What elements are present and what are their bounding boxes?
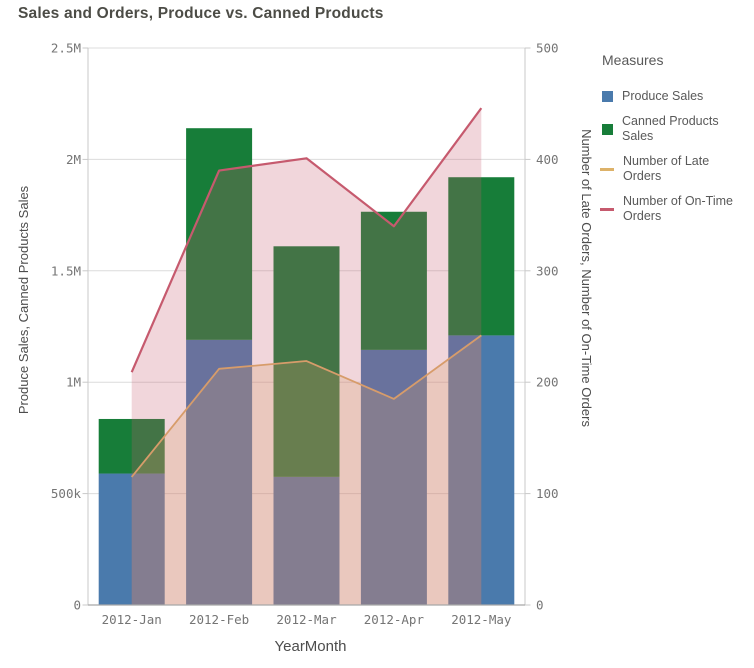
legend-item-label: Number of On-Time Orders (623, 194, 733, 223)
right-axis-title: Number of Late Orders, Number of On-Time… (579, 129, 594, 427)
legend-item-label: Produce Sales (622, 89, 704, 103)
legend-item-number-of-late-orders: Number of Late Orders (600, 154, 752, 184)
legend-items: Produce Sales Canned Products Sales Number… (600, 89, 752, 224)
x-tick-label: 2012-May (451, 612, 512, 627)
left-axis-title: Produce Sales, Canned Products Sales (16, 185, 31, 414)
legend-item-canned-products-sales: Canned Products Sales (600, 114, 752, 144)
right-tick-label: 400 (536, 152, 559, 167)
legend-title: Measures (602, 52, 664, 68)
right-tick-label: 0 (536, 598, 544, 613)
measures-legend: Measures Produce Sales Canned Products Sa… (600, 52, 752, 234)
line-swatch-icon (600, 207, 614, 211)
square-swatch-icon (602, 91, 613, 102)
x-axis-title: YearMonth (275, 638, 347, 655)
area-number-of-on-time-orders[interactable] (131, 108, 482, 605)
left-tick-label: 1.5M (51, 263, 81, 278)
right-tick-label: 100 (536, 486, 559, 501)
right-tick-label: 300 (536, 263, 559, 278)
x-tick-label: 2012-Jan (102, 612, 162, 627)
right-tick-label: 500 (536, 41, 559, 56)
x-tick-label: 2012-Apr (364, 612, 425, 627)
left-tick-label: 2.5M (51, 41, 81, 56)
left-tick-label: 2M (66, 152, 81, 167)
right-tick-label: 200 (536, 375, 559, 390)
square-swatch-icon (602, 123, 613, 135)
left-tick-label: 500k (51, 486, 82, 501)
left-tick-label: 1M (66, 375, 81, 390)
legend-item-produce-sales: Produce Sales (600, 89, 752, 104)
legend-item-label: Number of Late Orders (623, 154, 710, 183)
left-tick-label: 0 (73, 598, 81, 613)
x-tick-label: 2012-Mar (276, 612, 337, 627)
x-tick-label: 2012-Feb (189, 612, 249, 627)
legend-item-label: Canned Products Sales (622, 114, 719, 143)
legend-item-number-of-on-time-orders: Number of On-Time Orders (600, 194, 752, 224)
line-swatch-icon (600, 167, 614, 171)
